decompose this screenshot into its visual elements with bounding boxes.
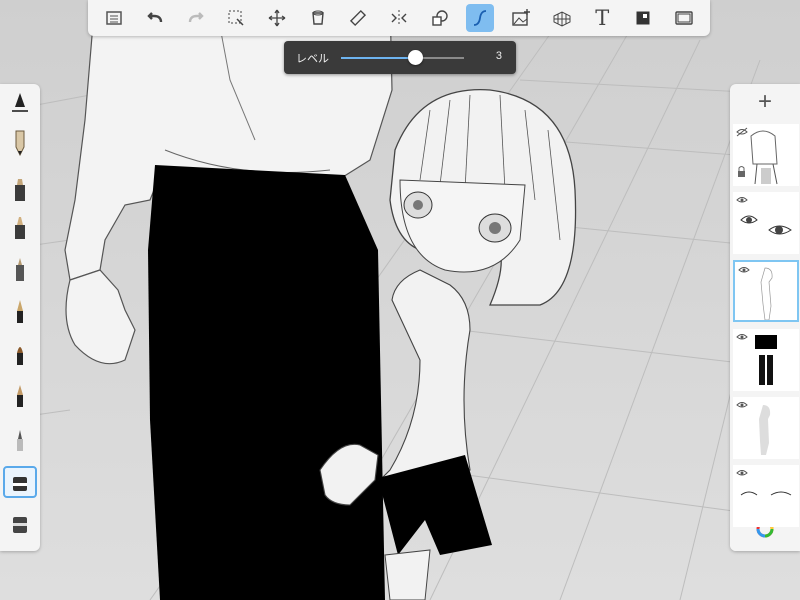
ink-pen-brush-icon [17, 385, 23, 407]
symmetry-button[interactable] [385, 4, 413, 32]
chisel-marker-brush-icon [15, 217, 25, 239]
fountain-pen-brush-button[interactable] [3, 296, 37, 328]
man-trousers [148, 165, 385, 600]
shapes-button[interactable] [426, 4, 454, 32]
layer-girl-lineart[interactable] [733, 260, 799, 322]
layer-thumbnail [736, 127, 778, 185]
fill-bucket-button[interactable] [304, 4, 332, 32]
image-import-icon [512, 9, 530, 26]
redo-button[interactable] [182, 4, 210, 32]
layer-thumbnail [736, 470, 792, 496]
selection-icon [228, 10, 244, 26]
layer-list-button[interactable] [100, 4, 128, 32]
level-slider-fill [341, 57, 415, 59]
visibility-eye-icon[interactable] [736, 402, 748, 408]
visibility-eye-icon[interactable] [736, 334, 748, 340]
add-layer-button[interactable]: + [730, 84, 800, 120]
ruler-icon [350, 9, 367, 27]
transform-icon [268, 9, 286, 27]
fill-bucket-icon [311, 10, 324, 25]
fine-tip-brush-icon [17, 430, 23, 451]
pencil-brush-icon [15, 130, 25, 157]
ruler-button[interactable] [344, 4, 372, 32]
layer-eyes[interactable] [733, 192, 799, 254]
level-popup: レベル 3 [284, 41, 516, 74]
curves-button[interactable] [466, 4, 495, 32]
marker-brush-icon [15, 179, 25, 201]
paint-brush-icon [17, 347, 23, 365]
perspective-grid-button[interactable] [548, 4, 576, 32]
copic-color-button[interactable] [629, 4, 657, 32]
fullscreen-icon [674, 11, 693, 25]
undo-button[interactable] [141, 4, 169, 32]
layer-thumbnail [736, 402, 771, 455]
eraser-brush-button[interactable] [3, 466, 37, 498]
layer-man-sketch[interactable] [733, 124, 799, 186]
girl-leg [384, 549, 431, 600]
level-value: 3 [495, 50, 502, 62]
chisel-marker-brush-button[interactable] [3, 212, 37, 244]
layer-list-icon [106, 11, 123, 25]
top-toolbar: T [88, 0, 710, 36]
copic-color-icon [636, 11, 650, 25]
layer-thumbnail [738, 267, 773, 320]
brush-settings-icon [12, 93, 28, 112]
visibility-eye-icon[interactable] [736, 197, 748, 203]
soft-eraser-brush-icon [13, 517, 27, 533]
text-icon: T [595, 5, 610, 30]
selection-button[interactable] [222, 4, 250, 32]
perspective-grid-icon [553, 11, 571, 27]
soft-eraser-brush-button[interactable] [3, 508, 37, 540]
shapes-icon [431, 10, 448, 26]
brush-settings-button[interactable] [3, 88, 37, 120]
hidden-eye-icon[interactable] [736, 127, 748, 137]
airbrush-brush-icon [16, 258, 24, 281]
layer-thumbnail [736, 334, 777, 385]
ink-pen-brush-button[interactable] [3, 380, 37, 412]
level-label: レベル [296, 53, 329, 65]
layer-black-fill[interactable] [733, 329, 799, 391]
layer-eye-sketch[interactable] [733, 465, 799, 527]
symmetry-icon [391, 10, 407, 26]
text-button[interactable]: T [588, 4, 616, 32]
eraser-brush-icon [13, 477, 27, 491]
redo-icon [188, 12, 204, 23]
visibility-eye-icon[interactable] [738, 267, 750, 273]
image-import-button[interactable] [507, 4, 535, 32]
level-slider[interactable] [341, 50, 464, 65]
layer-gray-base[interactable] [733, 397, 799, 459]
transform-button[interactable] [263, 4, 291, 32]
layer-thumbnail [736, 197, 792, 235]
brush-palette [0, 84, 40, 551]
layers-panel: + [730, 84, 800, 551]
drawing-canvas[interactable] [0, 0, 800, 600]
level-slider-thumb[interactable] [407, 50, 423, 65]
fountain-pen-brush-icon [17, 300, 23, 323]
fine-tip-brush-button[interactable] [3, 424, 37, 456]
marker-brush-button[interactable] [3, 174, 37, 206]
lock-icon[interactable] [738, 166, 745, 178]
pencil-brush-button[interactable] [3, 126, 37, 158]
undo-icon [147, 12, 163, 23]
visibility-eye-icon[interactable] [736, 470, 748, 476]
airbrush-brush-button[interactable] [3, 254, 37, 286]
curves-icon [474, 10, 487, 26]
fullscreen-button[interactable] [670, 4, 698, 32]
paint-brush-button[interactable] [3, 338, 37, 370]
